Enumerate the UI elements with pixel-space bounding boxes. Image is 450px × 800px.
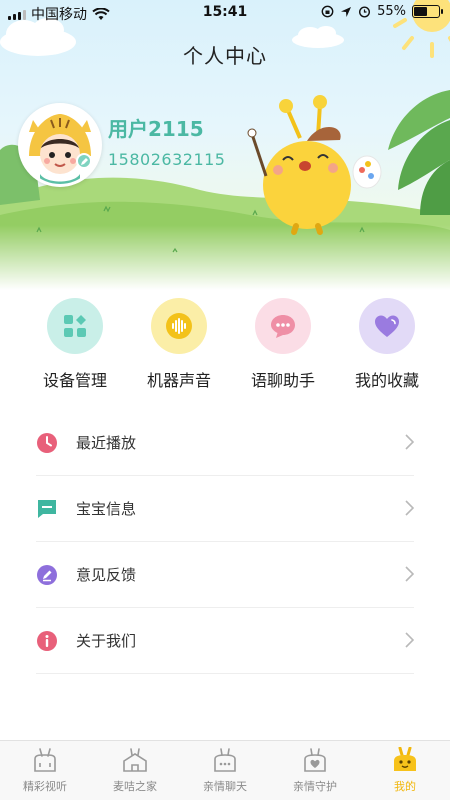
bunny-chat-icon: [214, 748, 236, 772]
message-icon: [36, 498, 58, 520]
menu-item-about-us[interactable]: 关于我们: [36, 608, 414, 674]
tab-mine[interactable]: 我的: [360, 741, 450, 800]
chevron-right-icon: [405, 632, 414, 648]
tab-label: 精彩视听: [23, 780, 67, 793]
rotation-lock-icon: [321, 5, 334, 18]
chevron-right-icon: [405, 434, 414, 450]
info-icon: [36, 630, 58, 652]
sound-wave-icon: [166, 313, 192, 339]
chat-assistant-icon-bg: [255, 298, 311, 354]
machine-sound-icon-bg: [151, 298, 207, 354]
status-right: 55%: [321, 4, 443, 19]
machine-sound-label: 机器声音: [146, 371, 211, 390]
chevron-right-icon: [405, 566, 414, 582]
avatar[interactable]: [18, 103, 102, 187]
pencil-icon: [80, 157, 88, 165]
username: 用户2115: [108, 117, 204, 141]
heart-icon: [375, 315, 399, 337]
tab-audio-video[interactable]: 精彩视听: [0, 741, 90, 800]
status-bar: 中国移动 15:41 55%: [0, 0, 450, 26]
device-management-label: 设备管理: [42, 371, 107, 390]
chat-bubble-icon: [271, 315, 295, 338]
page-title: 个人中心: [183, 44, 267, 68]
menu-item-label: 宝宝信息: [76, 500, 137, 518]
battery-percent: 55%: [377, 4, 406, 19]
profile-header: 个人中心 用户2115 15802632115: [0, 0, 450, 290]
menu-item-label: 关于我们: [76, 632, 137, 650]
tab-label: 亲情聊天: [203, 780, 247, 793]
tab-label: 我的: [394, 780, 416, 793]
tab-maiji-home[interactable]: 麦咭之家: [90, 741, 180, 800]
device-management-button[interactable]: 设备管理: [23, 298, 127, 393]
bunny-house-icon: [123, 748, 147, 772]
menu-list: 最近播放 宝宝信息 意见反馈 关于我们: [36, 410, 414, 674]
my-favorites-icon-bg: [359, 298, 415, 354]
pen-icon: [36, 564, 58, 586]
menu-item-label: 意见反馈: [76, 566, 137, 584]
my-favorites-label: 我的收藏: [354, 371, 419, 390]
bunny-face-icon: [394, 747, 416, 771]
battery-icon: [412, 5, 443, 18]
bunny-tv-icon: [34, 748, 56, 772]
chat-assistant-button[interactable]: 语聊助手: [231, 298, 335, 393]
tiger-hat-kid-avatar-icon: [21, 106, 99, 184]
quick-actions: 设备管理 机器声音 语聊助手 我的收藏: [0, 298, 450, 393]
tab-label: 亲情守护: [293, 780, 337, 793]
menu-item-recent-play[interactable]: 最近播放: [36, 410, 414, 476]
menu-item-label: 最近播放: [76, 434, 137, 452]
tab-label: 麦咭之家: [113, 780, 157, 793]
phone-number: 15802632115: [108, 150, 226, 169]
tab-family-guard[interactable]: 亲情守护: [270, 741, 360, 800]
edit-profile-button[interactable]: [76, 153, 92, 169]
chevron-right-icon: [405, 500, 414, 516]
bottom-tab-bar: 精彩视听 麦咭之家 亲情聊天 亲情守护 我的: [0, 740, 450, 800]
device-management-icon-bg: [47, 298, 103, 354]
menu-item-feedback[interactable]: 意见反馈: [36, 542, 414, 608]
machine-sound-button[interactable]: 机器声音: [127, 298, 231, 393]
bunny-heart-icon: [304, 748, 326, 772]
menu-item-baby-info[interactable]: 宝宝信息: [36, 476, 414, 542]
my-favorites-button[interactable]: 我的收藏: [335, 298, 439, 393]
chat-assistant-label: 语聊助手: [250, 371, 315, 390]
alarm-icon: [359, 6, 371, 18]
location-icon: [341, 6, 352, 17]
tab-family-chat[interactable]: 亲情聊天: [180, 741, 270, 800]
device-grid-icon: [64, 315, 86, 337]
clock-icon: [36, 432, 58, 454]
